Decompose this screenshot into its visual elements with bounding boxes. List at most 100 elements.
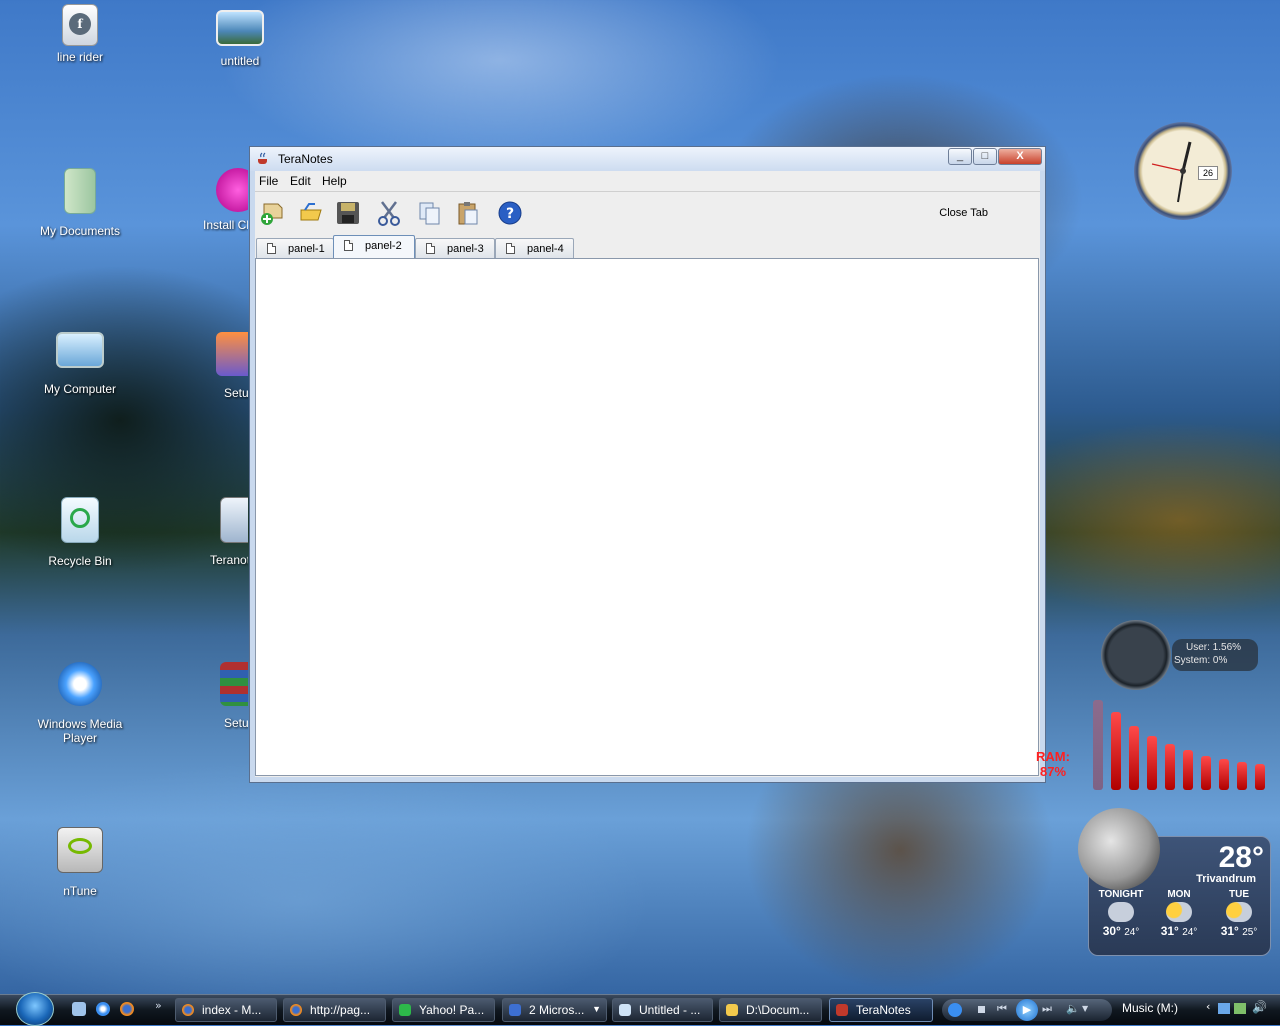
tab-label: panel-3 xyxy=(447,243,484,255)
forecast-low: 24° xyxy=(1124,927,1140,938)
clock-gadget[interactable]: 26 xyxy=(1134,122,1232,220)
save-icon[interactable] xyxy=(333,198,363,228)
forecast-high: 31° xyxy=(1160,924,1179,938)
desktop-icon-line-rider[interactable]: f line rider xyxy=(20,4,140,64)
document-icon xyxy=(267,243,276,254)
desktop-icon-install[interactable]: Install Cl xyxy=(174,168,248,232)
taskbar-item-untitled[interactable]: Untitled - ... xyxy=(612,998,713,1022)
computer-icon xyxy=(56,332,104,368)
paste-icon[interactable] xyxy=(453,198,483,228)
taskbar-item-yahoo[interactable]: Yahoo! Pa... xyxy=(392,998,495,1022)
winrar-icon xyxy=(220,662,248,706)
desktop-icon-label: line rider xyxy=(56,50,104,64)
forecast-high: 30° xyxy=(1102,924,1121,938)
document-icon xyxy=(426,243,435,254)
notepad-icon xyxy=(619,1004,631,1016)
minimize-button[interactable]: _ xyxy=(948,148,972,165)
desktop-icon-windows-media-player[interactable]: Windows Media Player xyxy=(20,662,140,745)
media-player-icon xyxy=(58,662,102,706)
moon-icon xyxy=(1078,808,1160,890)
desktop-icon-label: Teranot xyxy=(210,553,248,567)
tab-label: panel-2 xyxy=(365,240,402,252)
next-icon[interactable]: ⏭ xyxy=(1042,1002,1052,1016)
desktop-icon-label: untitled xyxy=(220,54,260,68)
forecast-tonight: TONIGHT 30° 24° xyxy=(1093,889,1149,938)
taskbar-item-label: D:\Docum... xyxy=(746,1003,810,1017)
ram-bar xyxy=(1237,762,1247,790)
taskbar-item-http[interactable]: http://pag... xyxy=(283,998,386,1022)
speaker-icon[interactable]: 🔊 xyxy=(1252,1000,1267,1014)
desktop-icon-setup-1[interactable]: Setu xyxy=(174,332,248,400)
start-button[interactable] xyxy=(16,992,54,1026)
desktop-icon-label: My Documents xyxy=(39,224,121,238)
desktop-icon-ntune[interactable]: nTune xyxy=(20,827,140,898)
switch-windows-icon[interactable] xyxy=(72,1002,86,1016)
ram-bar xyxy=(1111,712,1121,790)
forecast-low: 24° xyxy=(1182,927,1198,938)
quicklaunch-overflow-icon[interactable]: » xyxy=(155,999,162,1012)
clock-date: 26 xyxy=(1198,166,1218,180)
stop-icon[interactable] xyxy=(978,1006,985,1013)
desktop-icon-label: nTune xyxy=(63,884,97,898)
close-tab-button[interactable]: Close Tab xyxy=(939,207,988,219)
cpu-meter-gadget[interactable] xyxy=(1101,620,1171,690)
new-icon[interactable] xyxy=(258,198,288,228)
volume-icon[interactable]: 🔈 xyxy=(1066,1002,1080,1015)
taskbar-item-teranotes[interactable]: TeraNotes xyxy=(829,998,933,1022)
taskbar-item-documents-folder[interactable]: D:\Docum... xyxy=(719,998,822,1022)
taskbar: » index - M... http://pag... Yahoo! Pa..… xyxy=(0,992,1280,1026)
menu-file[interactable]: File xyxy=(259,174,278,188)
image-file-icon xyxy=(216,10,264,46)
copy-icon[interactable] xyxy=(415,198,445,228)
music-drive-label[interactable]: Music (M:) xyxy=(1122,1001,1178,1015)
desktop-icon-my-computer[interactable]: My Computer xyxy=(20,332,140,396)
note-editor-area[interactable] xyxy=(255,258,1039,776)
tab-panel-2[interactable]: panel-2 xyxy=(333,235,415,259)
java-cup-icon xyxy=(258,152,267,164)
desktop-icon-label: Recycle Bin xyxy=(48,554,112,568)
menu-bar: File Edit Help xyxy=(255,171,1040,192)
network-icon[interactable] xyxy=(1218,1003,1230,1014)
firefox-quicklaunch-icon[interactable] xyxy=(120,1002,134,1016)
play-icon[interactable]: ▶ xyxy=(1016,999,1038,1021)
open-icon[interactable] xyxy=(297,198,327,228)
previous-icon[interactable]: ⏮ xyxy=(997,1002,1007,1016)
toolbar: ? Close Tab xyxy=(255,192,1040,234)
desktop-icon-teranotes[interactable]: Teranot xyxy=(174,497,248,567)
media-player-quicklaunch-icon[interactable] xyxy=(96,1002,110,1016)
tab-panel-1[interactable]: panel-1 xyxy=(256,238,334,258)
tab-panel-3[interactable]: panel-3 xyxy=(415,238,495,258)
media-player-small-icon[interactable] xyxy=(948,1003,962,1017)
cut-icon[interactable] xyxy=(374,198,404,228)
tray-app-icon[interactable] xyxy=(1234,1003,1246,1014)
taskbar-item-word-group[interactable]: 2 Micros... ▼ xyxy=(502,998,607,1022)
ram-bar xyxy=(1129,726,1139,790)
close-button[interactable]: X xyxy=(998,148,1042,165)
forecast-day: TUE xyxy=(1229,889,1249,900)
desktop-icon-setup-2[interactable]: Setu xyxy=(174,662,248,730)
desktop-icon-recycle-bin[interactable]: Recycle Bin xyxy=(20,497,140,568)
chevron-down-icon[interactable]: ▼ xyxy=(1082,1004,1088,1013)
desktop-icon-label: Install Cl xyxy=(203,218,248,232)
desktop-icon-untitled[interactable]: untitled xyxy=(180,10,300,68)
tab-panel-4[interactable]: panel-4 xyxy=(495,238,574,258)
firefox-icon xyxy=(182,1004,194,1016)
shortcut-app-icon xyxy=(220,497,248,543)
maximize-button[interactable]: □ xyxy=(973,148,997,165)
menu-help[interactable]: Help xyxy=(322,174,347,188)
media-toolbar: ⏮ ▶ ⏭ 🔈 ▼ xyxy=(942,999,1112,1021)
ram-bar xyxy=(1165,744,1175,790)
window-client: File Edit Help ? Close Tab panel-1 panel… xyxy=(255,171,1040,777)
chevron-down-icon: ▼ xyxy=(592,1004,601,1014)
flash-icon: f xyxy=(62,4,98,46)
taskbar-item-index[interactable]: index - M... xyxy=(175,998,277,1022)
teranotes-window[interactable]: TeraNotes _ □ X File Edit Help ? Close T… xyxy=(249,146,1046,783)
ram-readout: RAM: 87% xyxy=(1036,749,1070,779)
taskbar-item-label: TeraNotes xyxy=(856,1003,911,1017)
help-icon[interactable]: ? xyxy=(495,198,525,228)
menu-edit[interactable]: Edit xyxy=(290,174,311,188)
desktop-icon-my-documents[interactable]: My Documents xyxy=(20,168,140,238)
window-titlebar[interactable]: TeraNotes _ □ X xyxy=(250,147,1045,171)
tray-expand-icon[interactable]: ‹ xyxy=(1206,1000,1210,1013)
install-icon xyxy=(216,168,248,212)
